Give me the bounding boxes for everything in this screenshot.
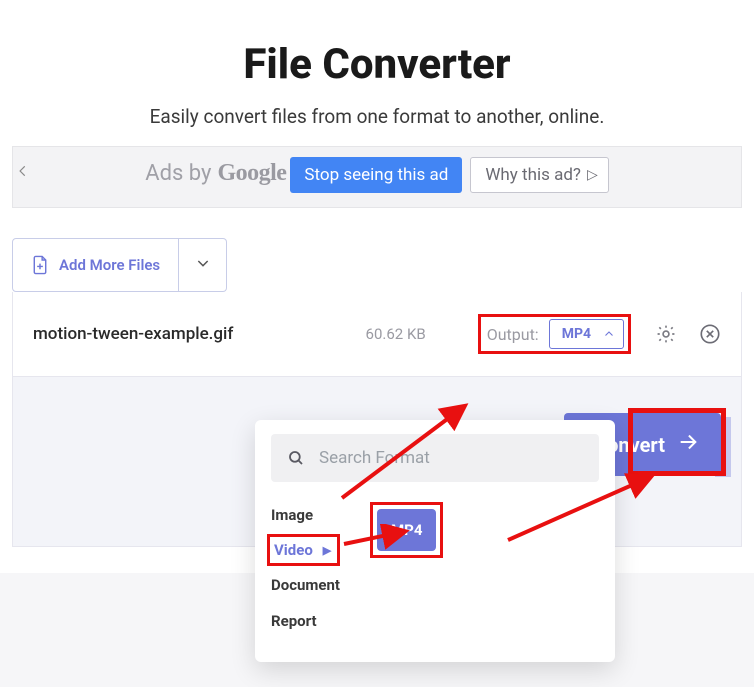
page-subtitle: Easily convert files from one format to … — [0, 105, 754, 128]
ads-provider-label: Ads by Google — [145, 160, 286, 187]
add-file-icon — [31, 255, 49, 275]
why-ad-button[interactable]: Why this ad? ▷ — [470, 157, 608, 193]
output-highlight: Output: MP4 — [478, 314, 631, 354]
why-ad-label: Why this ad? — [485, 165, 581, 185]
file-row: motion-tween-example.gif 60.62 KB Output… — [12, 292, 742, 377]
add-more-dropdown-button[interactable] — [179, 238, 227, 292]
settings-button[interactable] — [655, 323, 677, 345]
ads-prefix: Ads by — [145, 161, 211, 186]
remove-file-button[interactable] — [699, 323, 721, 345]
arrow-right-icon — [677, 431, 699, 458]
stop-ad-button[interactable]: Stop seeing this ad — [290, 157, 462, 193]
category-image[interactable]: Image — [271, 498, 340, 532]
ad-banner: Ads by Google Stop seeing this ad Why th… — [12, 146, 742, 208]
search-input[interactable] — [319, 448, 583, 468]
page-title: File Converter — [0, 40, 754, 89]
chevron-down-icon — [195, 255, 211, 275]
search-format-field[interactable] — [271, 434, 599, 482]
format-option-mp4[interactable]: MP4 — [377, 509, 436, 551]
format-option-highlight: MP4 — [370, 502, 443, 558]
adchoices-icon: ▷ — [587, 167, 598, 183]
caret-right-icon: ▶ — [323, 544, 331, 557]
category-video-label: Video — [274, 541, 313, 559]
format-select[interactable]: MP4 — [549, 319, 624, 349]
category-report[interactable]: Report — [271, 604, 340, 638]
search-icon — [287, 449, 305, 467]
category-list: Image Video ▶ Document Report — [271, 498, 340, 638]
file-name: motion-tween-example.gif — [33, 324, 233, 344]
format-selected: MP4 — [562, 326, 591, 342]
output-label: Output: — [487, 325, 539, 344]
add-more-files-button[interactable]: Add More Files — [12, 238, 179, 292]
category-document[interactable]: Document — [271, 568, 340, 602]
category-video[interactable]: Video ▶ — [267, 534, 340, 566]
back-arrow-icon[interactable] — [16, 163, 30, 182]
chevron-up-icon — [603, 328, 615, 340]
ads-provider: Google — [217, 160, 286, 187]
add-more-files-label: Add More Files — [59, 256, 160, 274]
file-size: 60.62 KB — [366, 325, 426, 343]
format-popover: Image Video ▶ Document Report MP4 — [255, 420, 615, 662]
